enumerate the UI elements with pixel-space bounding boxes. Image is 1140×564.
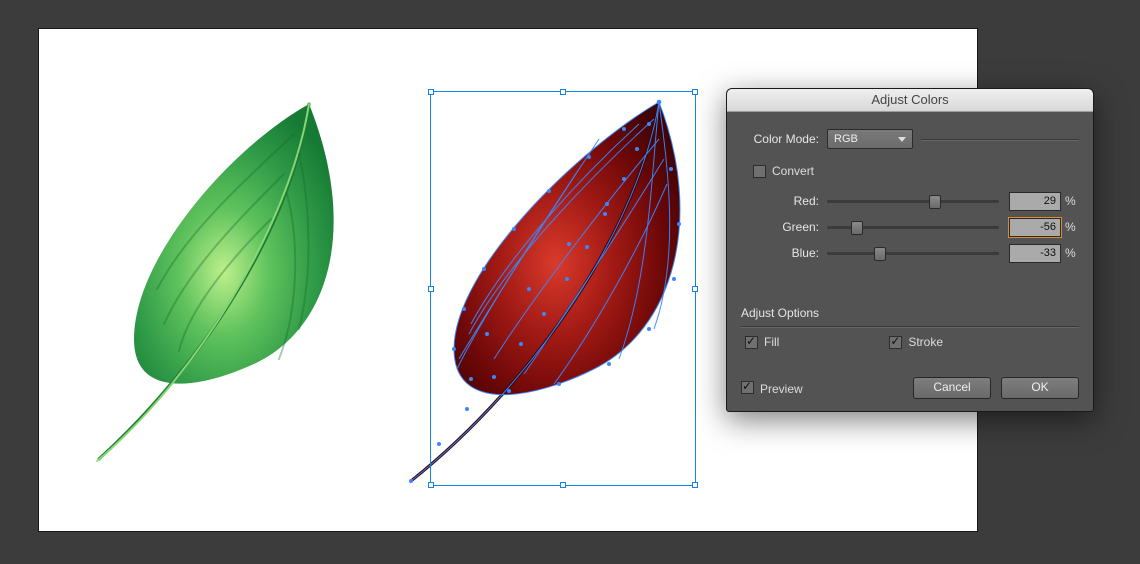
adjust-options-title: Adjust Options (741, 306, 1079, 320)
red-label: Red: (741, 194, 827, 208)
color-mode-select[interactable]: RGB (827, 129, 913, 149)
cancel-button[interactable]: Cancel (913, 377, 991, 399)
stroke-label: Stroke (908, 335, 943, 349)
red-slider-thumb[interactable] (929, 195, 941, 209)
percent-label: % (1061, 194, 1079, 208)
color-mode-value: RGB (834, 133, 858, 145)
fill-checkbox[interactable] (745, 336, 758, 349)
red-slider[interactable] (827, 192, 999, 210)
green-leaf (97, 104, 334, 461)
dialog-body: Color Mode: RGB Convert Red: 29 % (727, 112, 1093, 411)
dialog-title[interactable]: Adjust Colors (727, 89, 1093, 112)
divider (921, 139, 1079, 140)
stroke-checkbox[interactable] (889, 336, 902, 349)
red-leaf-selected[interactable] (409, 100, 681, 483)
percent-label: % (1061, 246, 1079, 260)
color-mode-label: Color Mode: (741, 132, 827, 146)
preview-checkbox[interactable] (741, 381, 754, 394)
app-stage: Adjust Colors Color Mode: RGB Convert Re… (0, 0, 1140, 564)
red-input[interactable]: 29 (1009, 192, 1061, 211)
convert-checkbox[interactable] (753, 165, 766, 178)
percent-label: % (1061, 220, 1079, 234)
blue-input[interactable]: -33 (1009, 244, 1061, 263)
blue-slider-thumb[interactable] (874, 247, 886, 261)
divider (741, 326, 1079, 327)
blue-slider[interactable] (827, 244, 999, 262)
green-label: Green: (741, 220, 827, 234)
green-input[interactable]: -56 (1009, 218, 1061, 237)
blue-label: Blue: (741, 246, 827, 260)
fill-label: Fill (764, 335, 779, 349)
green-slider[interactable] (827, 218, 999, 236)
chevron-down-icon (898, 137, 906, 142)
ok-button[interactable]: OK (1001, 377, 1079, 399)
preview-label: Preview (760, 382, 803, 396)
convert-label: Convert (772, 164, 814, 178)
adjust-colors-dialog[interactable]: Adjust Colors Color Mode: RGB Convert Re… (726, 88, 1094, 412)
green-slider-thumb[interactable] (851, 221, 863, 235)
